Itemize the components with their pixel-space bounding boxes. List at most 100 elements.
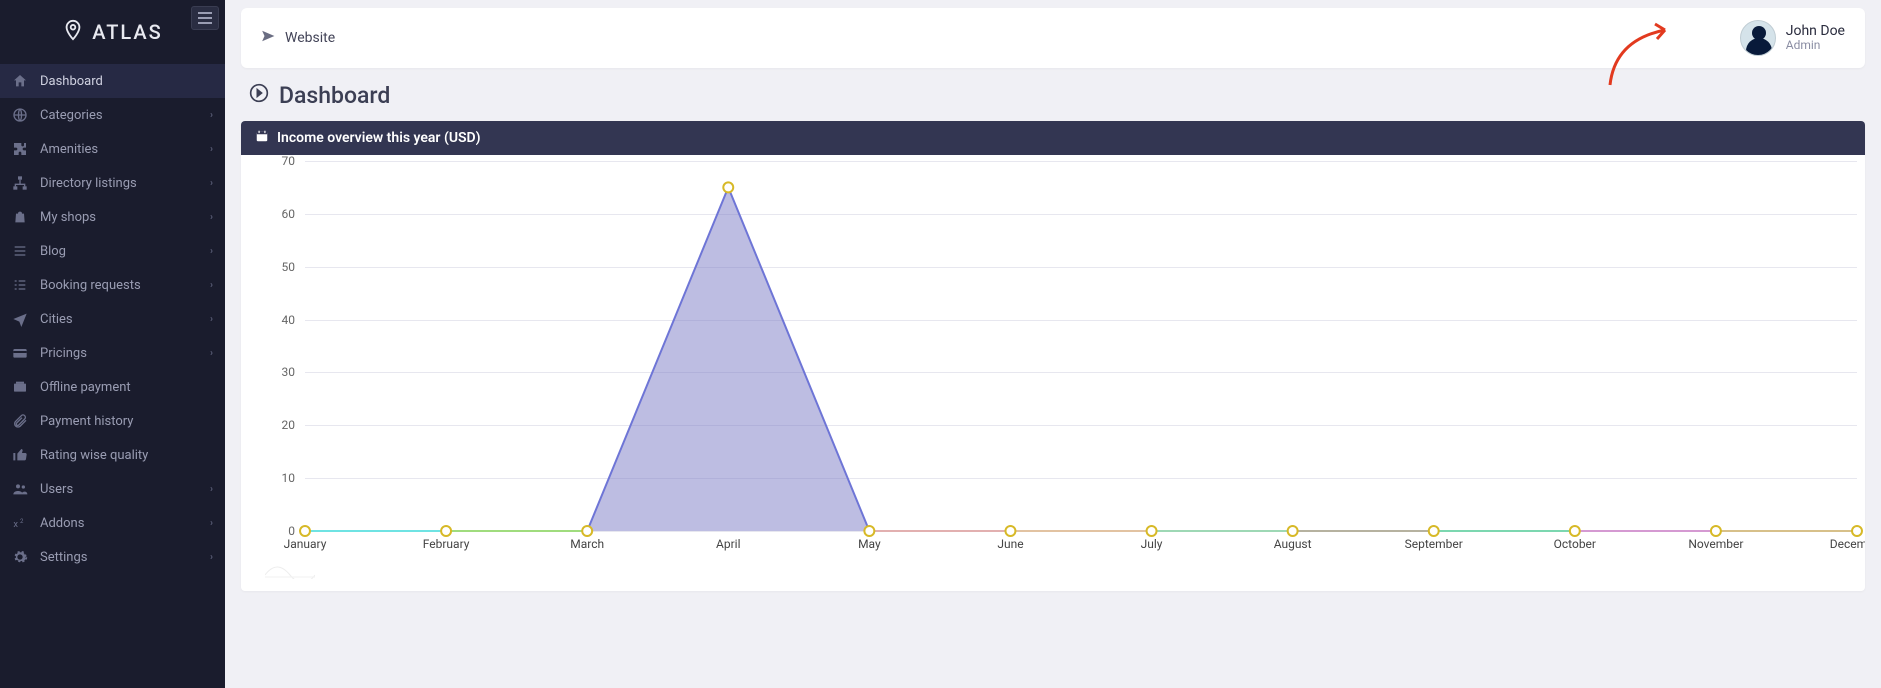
x-tick: August bbox=[1274, 537, 1312, 551]
sidebar-item-label: My shops bbox=[40, 210, 96, 225]
x-tick: November bbox=[1688, 537, 1743, 551]
chevron-right-icon: › bbox=[210, 178, 213, 189]
user-menu[interactable]: John Doe Admin bbox=[1740, 20, 1845, 56]
globe-icon bbox=[10, 105, 30, 125]
card-icon bbox=[10, 343, 30, 363]
chevron-right-icon: › bbox=[210, 110, 213, 121]
x-tick: January bbox=[284, 537, 327, 551]
y-tick: 50 bbox=[282, 260, 296, 274]
home-icon bbox=[10, 71, 30, 91]
sidebar-item-users[interactable]: Users › bbox=[0, 472, 225, 506]
brand-name: ATLAS bbox=[92, 20, 163, 44]
list-icon bbox=[10, 241, 30, 261]
chevron-right-icon: › bbox=[210, 552, 213, 563]
user-name: John Doe bbox=[1786, 24, 1845, 39]
sitemap-icon bbox=[10, 173, 30, 193]
page-title: Dashboard bbox=[249, 82, 1865, 109]
y-tick: 40 bbox=[282, 313, 296, 327]
y-tick: 60 bbox=[282, 207, 296, 221]
sidebar-item-label: Offline payment bbox=[40, 380, 131, 395]
sidebar-toggle-button[interactable] bbox=[191, 6, 219, 30]
main: Website John Doe Admin Dashboard Income … bbox=[225, 0, 1881, 688]
svg-text:2: 2 bbox=[20, 518, 24, 525]
y-tick: 10 bbox=[282, 471, 296, 485]
sidebar-item-label: Categories bbox=[40, 108, 103, 123]
sidebar-item-offline-payment[interactable]: Offline payment bbox=[0, 370, 225, 404]
sidebar-item-booking-requests[interactable]: Booking requests › bbox=[0, 268, 225, 302]
tasks-icon bbox=[10, 275, 30, 295]
sidebar-item-label: Cities bbox=[40, 312, 73, 327]
x-tick: April bbox=[716, 537, 740, 551]
sidebar-item-label: Blog bbox=[40, 244, 66, 259]
sidebar: ATLAS DashboardCategories›Amenities›Dire… bbox=[0, 0, 225, 688]
y-tick: 30 bbox=[282, 365, 296, 379]
sidebar-item-dashboard[interactable]: Dashboard bbox=[0, 64, 225, 98]
website-link-label: Website bbox=[285, 30, 335, 46]
sidebar-item-payment-history[interactable]: Payment history bbox=[0, 404, 225, 438]
x-tick: October bbox=[1554, 537, 1596, 551]
chart-watermark bbox=[265, 555, 315, 579]
user-role: Admin bbox=[1786, 39, 1845, 52]
attach-icon bbox=[10, 411, 30, 431]
brand-pin-icon bbox=[62, 19, 84, 46]
sidebar-nav: DashboardCategories›Amenities›Directory … bbox=[0, 64, 225, 574]
hamburger-icon bbox=[198, 9, 212, 28]
card-body: 0 10 20 30 40 50 60 70 January February March Apri… bbox=[241, 155, 1865, 591]
y-tick: 20 bbox=[282, 418, 296, 432]
sidebar-item-label: Rating wise quality bbox=[40, 448, 148, 463]
page-title-text: Dashboard bbox=[279, 82, 390, 109]
chevron-right-icon: › bbox=[210, 144, 213, 155]
calendar-icon bbox=[255, 129, 269, 147]
x-tick: December bbox=[1830, 537, 1865, 551]
sidebar-item-my-shops[interactable]: My shops› bbox=[0, 200, 225, 234]
sidebar-item-label: Users bbox=[40, 482, 73, 497]
chevron-right-icon: › bbox=[210, 246, 213, 257]
chart-y-axis: 010203040506070 bbox=[261, 161, 301, 531]
x-tick: June bbox=[997, 537, 1023, 551]
sidebar-item-label: Directory listings bbox=[40, 176, 137, 191]
sidebar-item-blog[interactable]: Blog › bbox=[0, 234, 225, 268]
chevron-right-icon: › bbox=[210, 314, 213, 325]
chevron-right-icon: › bbox=[210, 348, 213, 359]
sidebar-item-addons[interactable]: x2 Addons › bbox=[0, 506, 225, 540]
receipt-icon bbox=[10, 377, 30, 397]
card-title: Income overview this year (USD) bbox=[277, 130, 481, 146]
user-text: John Doe Admin bbox=[1786, 24, 1845, 53]
x-tick: September bbox=[1405, 537, 1463, 551]
x-tick: May bbox=[858, 537, 881, 551]
chevron-right-icon: › bbox=[210, 518, 213, 529]
income-chart: 010203040506070 JanuaryFebruaryMarchApri… bbox=[261, 161, 1865, 581]
plane-icon bbox=[10, 309, 30, 329]
card-header: Income overview this year (USD) bbox=[241, 121, 1865, 155]
sidebar-item-label: Dashboard bbox=[40, 74, 103, 89]
sidebar-item-label: Payment history bbox=[40, 414, 133, 429]
y-tick: 0 bbox=[288, 524, 295, 538]
chart-x-axis: JanuaryFebruaryMarchAprilMayJuneJulyAugu… bbox=[305, 537, 1857, 561]
chevron-right-icon: › bbox=[210, 280, 213, 291]
x-tick: July bbox=[1141, 537, 1163, 551]
users-icon bbox=[10, 479, 30, 499]
sidebar-item-settings[interactable]: Settings› bbox=[0, 540, 225, 574]
sidebar-item-categories[interactable]: Categories › bbox=[0, 98, 225, 132]
sidebar-item-pricings[interactable]: Pricings › bbox=[0, 336, 225, 370]
gear-icon bbox=[10, 547, 30, 567]
chevron-right-icon: › bbox=[210, 484, 213, 495]
sidebar-item-directory-listings[interactable]: Directory listings › bbox=[0, 166, 225, 200]
sidebar-item-label: Pricings bbox=[40, 346, 87, 361]
x-tick: March bbox=[570, 537, 604, 551]
paper-plane-icon bbox=[261, 29, 275, 47]
sidebar-item-label: Addons bbox=[40, 516, 84, 531]
sidebar-item-label: Booking requests bbox=[40, 278, 141, 293]
x-tick: February bbox=[423, 537, 470, 551]
website-link[interactable]: Website bbox=[261, 29, 335, 47]
chart-plot bbox=[305, 161, 1857, 531]
sidebar-item-amenities[interactable]: Amenities› bbox=[0, 132, 225, 166]
thumb-icon bbox=[10, 445, 30, 465]
svg-text:x: x bbox=[13, 519, 18, 530]
y-tick: 70 bbox=[282, 154, 296, 168]
sidebar-item-cities[interactable]: Cities › bbox=[0, 302, 225, 336]
puzzle-icon bbox=[10, 139, 30, 159]
circle-arrow-icon bbox=[249, 82, 269, 109]
bag-icon bbox=[10, 207, 30, 227]
sidebar-item-rating-wise-quality[interactable]: Rating wise quality bbox=[0, 438, 225, 472]
